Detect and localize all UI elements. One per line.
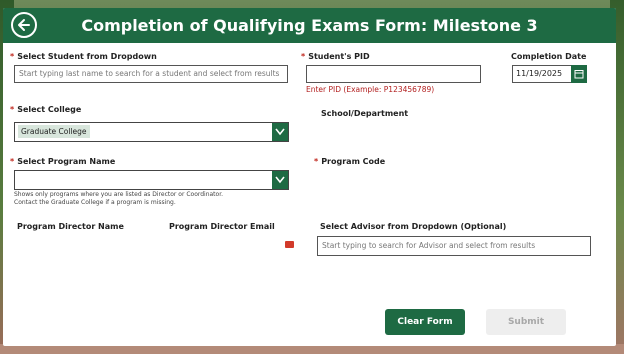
college-selected-value: Graduate College: [18, 125, 90, 138]
program-dropdown-toggle[interactable]: [272, 171, 288, 189]
required-marker: *: [10, 105, 15, 114]
program-code-label: * Program Code: [314, 157, 386, 166]
college-dropdown[interactable]: Graduate College: [14, 122, 289, 142]
advisor-search-input[interactable]: Start typing to search for Advisor and s…: [317, 236, 591, 256]
header-bar: Completion of Qualifying Exams Form: Mil…: [3, 8, 616, 43]
program-help-text-1: Shows only programs where you are listed…: [14, 191, 224, 198]
clear-form-button[interactable]: Clear Form: [385, 309, 465, 335]
form-card: Completion of Qualifying Exams Form: Mil…: [3, 8, 616, 346]
error-icon: [285, 241, 294, 248]
program-name-dropdown[interactable]: [14, 170, 289, 190]
required-marker: *: [314, 157, 319, 166]
pid-error-text: Enter PID (Example: P123456789): [306, 85, 435, 94]
required-marker: *: [301, 52, 306, 61]
completion-date-input[interactable]: 11/19/2025: [512, 65, 572, 83]
chevron-down-icon: [275, 128, 285, 136]
completion-date-label: Completion Date: [511, 52, 587, 61]
student-label: * Select Student from Dropdown: [10, 52, 157, 61]
program-name-label: * Select Program Name: [10, 157, 116, 166]
submit-button[interactable]: Submit: [486, 309, 566, 335]
college-label: * Select College: [10, 105, 82, 114]
calendar-button[interactable]: [571, 65, 587, 83]
program-director-name-label: Program Director Name: [17, 222, 124, 231]
chevron-down-icon: [275, 176, 285, 184]
program-director-email-label: Program Director Email: [169, 222, 275, 231]
required-marker: *: [10, 157, 15, 166]
program-help-text-2: Contact the Graduate College if a progra…: [14, 199, 176, 206]
student-search-input[interactable]: Start typing last name to search for a s…: [14, 65, 288, 83]
calendar-icon: [574, 70, 584, 79]
pid-label: * Student's PID: [301, 52, 370, 61]
school-department-label: School/Department: [321, 109, 409, 118]
advisor-label: Select Advisor from Dropdown (Optional): [320, 222, 507, 231]
college-dropdown-toggle[interactable]: [272, 123, 288, 141]
required-marker: *: [10, 52, 15, 61]
pid-input[interactable]: [306, 65, 481, 83]
page-title: Completion of Qualifying Exams Form: Mil…: [81, 16, 538, 35]
